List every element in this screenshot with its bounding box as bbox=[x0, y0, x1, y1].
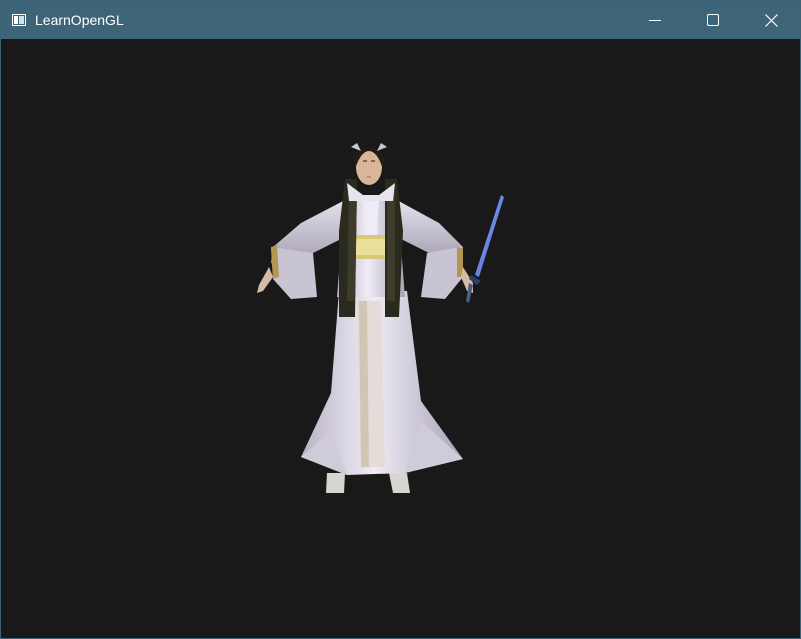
close-icon bbox=[764, 13, 778, 27]
minimize-button[interactable] bbox=[626, 1, 684, 39]
model-sword bbox=[466, 195, 504, 303]
close-button[interactable] bbox=[742, 1, 800, 39]
3d-character-model bbox=[257, 143, 504, 493]
model-feet bbox=[326, 473, 410, 493]
model-robe bbox=[301, 291, 463, 475]
opengl-viewport[interactable] bbox=[1, 39, 800, 638]
maximize-button[interactable] bbox=[684, 1, 742, 39]
app-window: LearnOpenGL bbox=[0, 0, 801, 639]
maximize-icon bbox=[707, 14, 719, 26]
model-left-sleeve bbox=[257, 199, 347, 299]
model-head bbox=[351, 143, 387, 185]
model-right-sleeve bbox=[395, 199, 473, 299]
title-bar[interactable]: LearnOpenGL bbox=[1, 1, 800, 39]
window-app-icon bbox=[12, 13, 26, 26]
window-title: LearnOpenGL bbox=[35, 12, 124, 28]
minimize-icon bbox=[649, 14, 661, 26]
